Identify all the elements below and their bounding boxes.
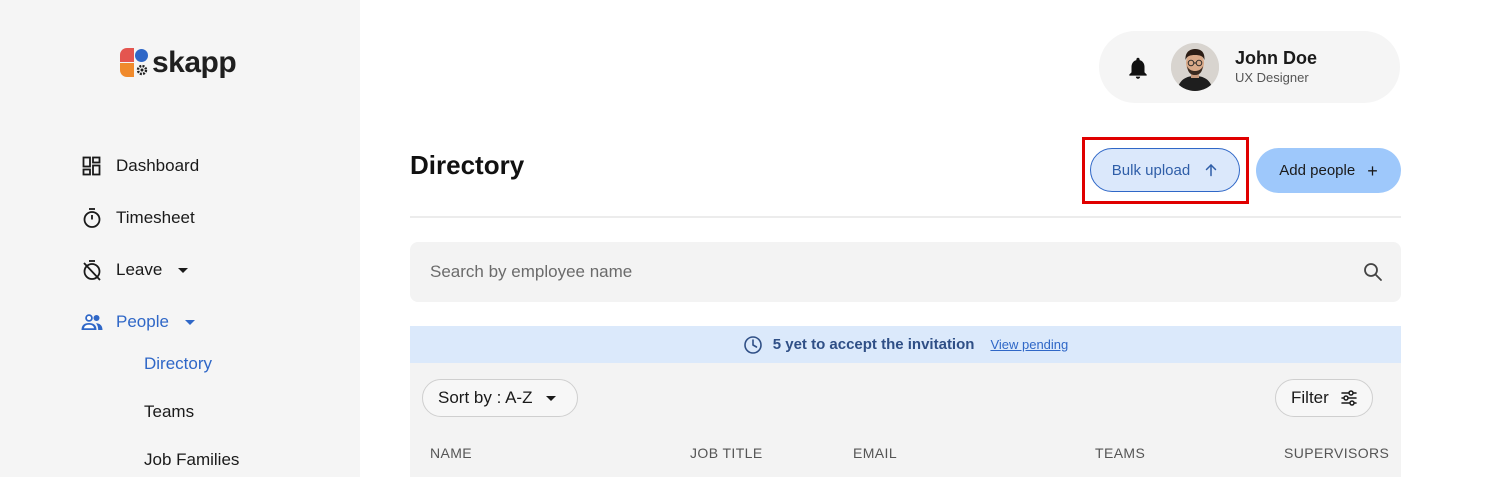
clock-icon [743, 335, 763, 355]
profile-header: John Doe UX Designer [1099, 31, 1400, 103]
column-header-supervisors[interactable]: SUPERVISORS [1284, 445, 1389, 461]
sort-label: Sort by : A-Z [438, 388, 533, 407]
sidebar-item-label: Timesheet [116, 208, 195, 227]
leave-timer-icon [80, 258, 104, 282]
add-people-label: Add people [1279, 162, 1356, 179]
stopwatch-icon [80, 206, 104, 230]
bulk-upload-button[interactable]: Bulk upload [1090, 148, 1240, 192]
avatar[interactable] [1171, 43, 1219, 91]
sidebar-item-timesheet[interactable]: Timesheet [80, 204, 195, 232]
sidebar-subitem-directory[interactable]: Directory [144, 354, 212, 374]
sort-dropdown[interactable]: Sort by : A-Z [422, 379, 578, 417]
chevron-down-icon [546, 395, 557, 401]
sidebar-subitem-job-families[interactable]: Job Families [144, 450, 239, 470]
people-icon [80, 310, 104, 334]
employee-table: Sort by : A-Z Filter NAME JOB TITLE EMAI… [410, 363, 1401, 477]
column-header-job-title[interactable]: JOB TITLE [690, 445, 763, 461]
filter-button[interactable]: Filter [1275, 379, 1373, 417]
skapp-logo-mark [120, 48, 150, 78]
sidebar-item-label: Dashboard [116, 156, 200, 175]
sidebar: skapp Dashboard Timesheet Leave People D… [0, 0, 360, 477]
search-bar [410, 242, 1401, 302]
divider [410, 216, 1401, 218]
sidebar-item-people[interactable]: People [80, 308, 195, 336]
notification-bell-icon[interactable] [1125, 55, 1151, 81]
add-people-button[interactable]: Add people + [1256, 148, 1401, 193]
chevron-down-icon[interactable] [184, 319, 195, 325]
chevron-down-icon[interactable] [178, 267, 189, 273]
view-pending-link[interactable]: View pending [990, 337, 1068, 352]
search-input[interactable] [430, 242, 1330, 302]
sidebar-item-dashboard[interactable]: Dashboard [80, 152, 199, 180]
bulk-upload-label: Bulk upload [1111, 161, 1191, 179]
filter-label: Filter [1291, 388, 1329, 407]
sidebar-subitem-teams[interactable]: Teams [144, 402, 194, 422]
skapp-logo[interactable]: skapp [120, 46, 237, 79]
search-icon[interactable] [1363, 262, 1383, 282]
column-header-email[interactable]: EMAIL [853, 445, 897, 461]
page-title: Directory [410, 150, 525, 180]
sidebar-item-label: Leave [116, 260, 163, 279]
dashboard-icon [80, 154, 104, 178]
plus-icon: + [1367, 160, 1378, 181]
pending-invitation-banner: 5 yet to accept the invitation View pend… [410, 326, 1401, 363]
column-header-teams[interactable]: TEAMS [1095, 445, 1145, 461]
column-header-name[interactable]: NAME [430, 445, 472, 461]
sidebar-item-leave[interactable]: Leave [80, 256, 189, 284]
user-name: John Doe [1235, 48, 1318, 68]
brand-name: skapp [152, 46, 237, 79]
arrow-up-icon [1204, 163, 1218, 177]
sidebar-item-label: People [116, 312, 169, 331]
banner-message: 5 yet to accept the invitation [772, 336, 975, 353]
user-role: UX Designer [1235, 70, 1309, 85]
sliders-icon [1341, 390, 1357, 406]
